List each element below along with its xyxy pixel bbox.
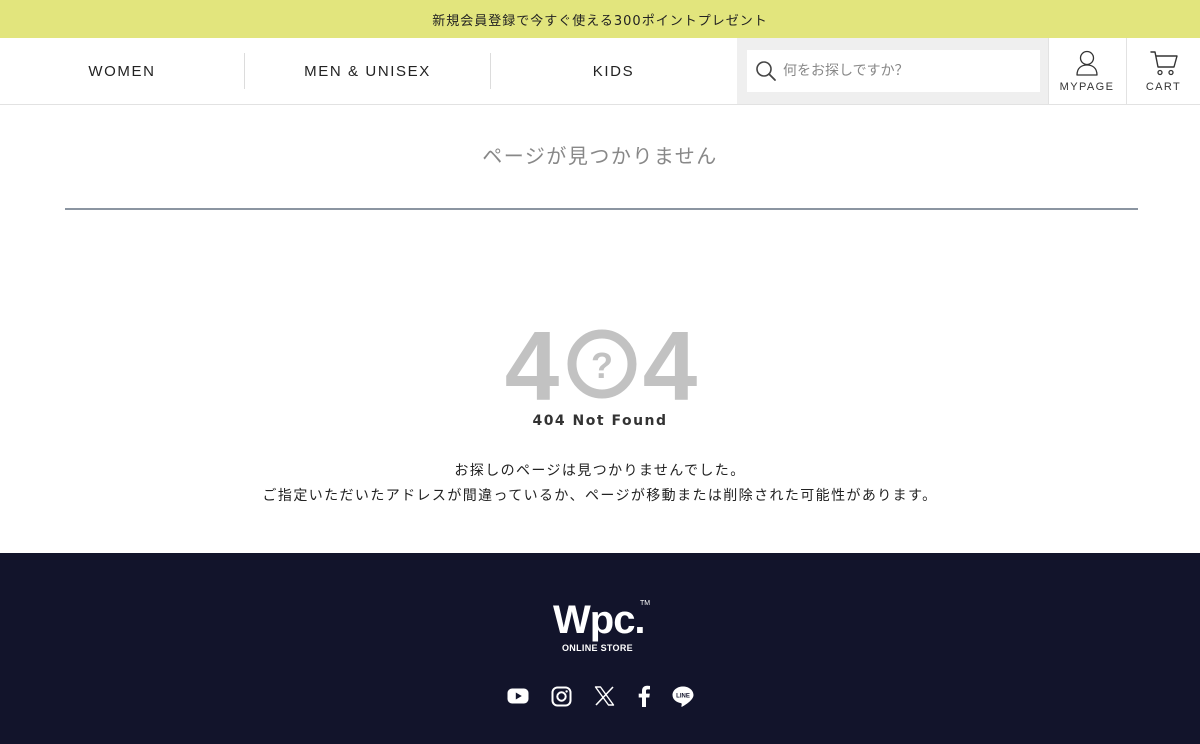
nav-item-women[interactable]: WOMEN xyxy=(0,38,244,104)
search-area xyxy=(737,38,1048,104)
search-box[interactable] xyxy=(747,50,1040,92)
cart-label: CART xyxy=(1145,81,1182,93)
youtube-link[interactable] xyxy=(505,683,531,709)
error-message-line1: お探しのページは見つかりませんでした。 xyxy=(454,463,746,479)
promo-banner[interactable]: 新規会員登録で今すぐ使える300ポイントプレゼント xyxy=(0,0,1200,38)
logo-subtitle: ONLINE STORE xyxy=(562,643,633,653)
instagram-link[interactable] xyxy=(548,683,574,709)
facebook-icon xyxy=(638,685,650,707)
x-icon xyxy=(594,686,614,706)
cart-button[interactable]: CART xyxy=(1126,38,1200,104)
mypage-button[interactable]: MYPAGE xyxy=(1048,38,1125,104)
facebook-link[interactable] xyxy=(631,683,657,709)
logo-text: Wpc. xyxy=(553,598,646,642)
promo-text: 新規会員登録で今すぐ使える300ポイントプレゼント xyxy=(432,13,768,29)
error-message-line2: ご指定いただいたアドレスが間違っているか、ページが移動または削除された可能性があ… xyxy=(262,488,938,504)
title-divider xyxy=(65,208,1138,210)
footer-logo[interactable]: Wpc. TM ONLINE STORE xyxy=(548,596,658,658)
mypage-label: MYPAGE xyxy=(1059,81,1115,93)
line-icon: LINE xyxy=(672,686,694,707)
logo-trademark: TM xyxy=(640,600,651,607)
page-title: ページが見つかりません xyxy=(482,144,718,168)
nav-item-kids[interactable]: KIDS xyxy=(491,38,736,104)
search-icon[interactable] xyxy=(755,60,777,82)
404-graphic: 4 ? 4 xyxy=(505,316,698,408)
svg-text:LINE: LINE xyxy=(676,693,690,699)
error-code-label: 404 Not Found xyxy=(532,413,668,429)
youtube-icon xyxy=(507,688,529,704)
user-icon xyxy=(1076,50,1098,76)
search-input[interactable] xyxy=(783,63,1033,79)
cart-icon xyxy=(1149,51,1178,76)
x-link[interactable] xyxy=(591,683,617,709)
404-left-digit: 4 xyxy=(505,316,560,408)
404-question-mark: ? xyxy=(591,345,613,386)
instagram-icon xyxy=(551,686,571,706)
site-header: WOMEN MEN & UNISEX KIDS MYPAGE CART xyxy=(0,38,1200,105)
line-link[interactable]: LINE xyxy=(670,683,696,709)
404-right-digit: 4 xyxy=(643,316,698,408)
nav-item-men-unisex[interactable]: MEN & UNISEX xyxy=(245,38,490,104)
